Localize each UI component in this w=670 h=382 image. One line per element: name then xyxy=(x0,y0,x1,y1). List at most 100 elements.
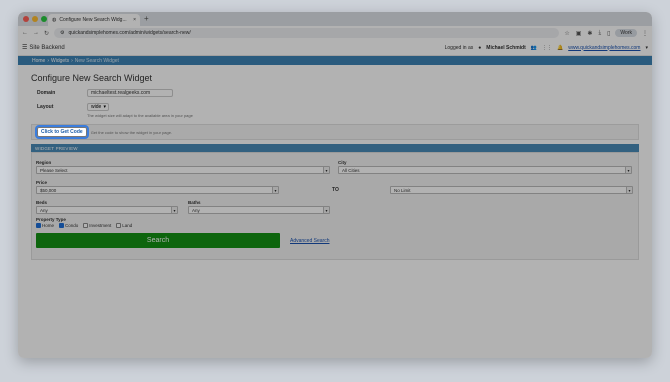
checkbox-icon xyxy=(36,223,41,229)
close-tab-icon[interactable]: × xyxy=(133,17,136,23)
minimize-window-button[interactable] xyxy=(32,16,38,22)
advanced-search-link[interactable]: Advanced Search xyxy=(290,238,329,244)
baths-select[interactable]: Any ▾ xyxy=(188,206,330,214)
type-land-label: Land xyxy=(122,223,133,228)
chevron-down-icon: ▾ xyxy=(323,207,329,213)
menu-icon[interactable]: ⋮ xyxy=(642,30,648,37)
new-tab-button[interactable]: + xyxy=(144,14,149,23)
chevron-down-icon: ▾ xyxy=(323,167,329,173)
browser-tab[interactable]: ◍ Configure New Search Widg... × xyxy=(48,14,140,26)
layout-hint: The widget size will adapt to the availa… xyxy=(87,113,193,118)
puzzle-icon[interactable]: ✱ xyxy=(587,30,592,37)
type-condo-label: Condo xyxy=(65,223,79,228)
back-icon[interactable]: ← xyxy=(22,30,28,36)
tab-title: Configure New Search Widg... xyxy=(59,17,127,23)
breadcrumb-widgets[interactable]: Widgets xyxy=(51,58,69,64)
notification-bell-icon[interactable]: 🔔 xyxy=(557,45,563,51)
chevron-down-icon[interactable]: ▾ xyxy=(645,45,648,51)
domain-label: Domain xyxy=(37,90,56,96)
type-home-label: Home xyxy=(42,223,55,228)
url-field[interactable]: ⚙ quickandsimplehomes.com/admin/widgets/… xyxy=(54,28,560,38)
beds-select[interactable]: Any ▾ xyxy=(36,206,178,214)
user-name[interactable]: Michael Schmidt xyxy=(486,45,525,51)
app-header: ☰ Site Backend Logged in as ● Michael Sc… xyxy=(18,40,652,56)
maximize-window-button[interactable] xyxy=(41,16,47,22)
hamburger-icon[interactable]: ☰ xyxy=(22,44,27,51)
price-min-select[interactable]: $50,000 ▾ xyxy=(36,186,279,194)
city-label: City xyxy=(338,160,347,165)
type-investment-label: Investment xyxy=(89,223,112,228)
apps-grid-icon[interactable]: ⋮⋮ xyxy=(542,45,552,51)
region-label: Region xyxy=(36,160,52,165)
title-bar: ◍ Configure New Search Widg... × + xyxy=(18,12,652,26)
header-right: Logged in as ● Michael Schmidt 👥 ⋮⋮ 🔔 ww… xyxy=(445,45,648,51)
chevron-down-icon: ▾ xyxy=(626,187,632,193)
type-home-checkbox[interactable]: Home xyxy=(36,223,55,229)
browser-window: ◍ Configure New Search Widg... × + ← → ↻… xyxy=(18,12,652,358)
type-land-checkbox[interactable]: Land xyxy=(116,223,133,229)
search-button[interactable]: Search xyxy=(36,233,280,248)
widget-preview-header: WIDGET PREVIEW xyxy=(31,144,639,152)
get-code-button[interactable]: Click to Get Code xyxy=(35,125,89,139)
toolbar-icons: ☆ ▣ ✱ ⤓ ▯ xyxy=(564,30,610,37)
extension-icon[interactable]: ▣ xyxy=(576,30,582,37)
layout-select[interactable]: wide ▾ xyxy=(87,103,109,111)
get-code-panel: Click to Get Code Get the code to show t… xyxy=(31,124,639,140)
brand[interactable]: ☰ Site Backend xyxy=(22,44,65,52)
checkbox-icon xyxy=(59,223,65,229)
chevron-down-icon: ▾ xyxy=(103,104,106,110)
type-condo-checkbox[interactable]: Condo xyxy=(59,223,79,229)
baths-value: Any xyxy=(192,207,200,213)
site-link[interactable]: www.quickandsimplehomes.com xyxy=(568,45,640,51)
chevron-down-icon: ▾ xyxy=(625,167,631,173)
domain-field[interactable]: michaeltest.realgeeks.com xyxy=(87,89,173,97)
layout-row: Layout wide ▾ xyxy=(37,103,639,111)
domain-row: Domain michaeltest.realgeeks.com xyxy=(37,89,639,97)
region-value: Please Select xyxy=(40,167,68,173)
layout-value: wide xyxy=(91,104,102,110)
breadcrumb-separator: › xyxy=(71,57,73,64)
beds-value: Any xyxy=(40,207,48,213)
layout-label: Layout xyxy=(37,104,54,110)
globe-icon: ◍ xyxy=(52,17,57,23)
breadcrumb-home[interactable]: Home xyxy=(32,58,45,64)
team-icon[interactable]: 👥 xyxy=(531,45,537,51)
url-text: quickandsimplehomes.com/admin/widgets/se… xyxy=(68,30,191,36)
profile-button[interactable]: Work xyxy=(615,29,637,37)
page-title: Configure New Search Widget xyxy=(31,73,153,83)
property-type-options: Home Condo Investment Land xyxy=(36,223,133,229)
beds-label: Beds xyxy=(36,200,48,205)
breadcrumb: Home › Widgets › New Search Widget xyxy=(18,56,652,65)
baths-label: Baths xyxy=(188,200,201,205)
checkbox-icon xyxy=(116,223,122,229)
main-content: Configure New Search Widget Domain micha… xyxy=(18,65,652,264)
forward-icon[interactable]: → xyxy=(33,30,39,36)
sidebar-icon[interactable]: ▯ xyxy=(607,30,610,37)
close-window-button[interactable] xyxy=(23,16,29,22)
type-investment-checkbox[interactable]: Investment xyxy=(83,223,112,229)
get-code-hint: Get the code to show the widget in your … xyxy=(90,129,173,135)
avatar[interactable]: ● xyxy=(478,45,481,51)
checkbox-icon xyxy=(83,223,89,229)
price-to-label: TO xyxy=(332,187,339,193)
breadcrumb-current: New Search Widget xyxy=(74,57,119,64)
region-select[interactable]: Please Select ▾ xyxy=(36,166,330,174)
price-min-value: $50,000 xyxy=(40,187,57,193)
breadcrumb-separator: › xyxy=(47,57,50,64)
chevron-down-icon: ▾ xyxy=(171,207,177,213)
city-select[interactable]: All Cities ▾ xyxy=(338,166,632,174)
address-bar-row: ← → ↻ ⚙ quickandsimplehomes.com/admin/wi… xyxy=(18,26,652,40)
price-max-select[interactable]: No Limit ▾ xyxy=(390,186,633,194)
price-label: Price xyxy=(36,180,48,185)
widget-preview: Region Please Select ▾ City All Cities ▾… xyxy=(31,152,639,260)
download-icon[interactable]: ⤓ xyxy=(598,30,601,37)
reload-icon[interactable]: ↻ xyxy=(44,30,49,37)
property-type-label: Property Type xyxy=(36,217,66,222)
bookmark-star-icon[interactable]: ☆ xyxy=(564,30,569,37)
price-max-value: No Limit xyxy=(394,187,411,193)
window-controls xyxy=(23,16,47,22)
site-info-icon[interactable]: ⚙ xyxy=(60,30,64,36)
brand-title: Site Backend xyxy=(29,44,65,51)
chevron-down-icon: ▾ xyxy=(272,187,278,193)
logged-in-label: Logged in as xyxy=(444,44,474,51)
